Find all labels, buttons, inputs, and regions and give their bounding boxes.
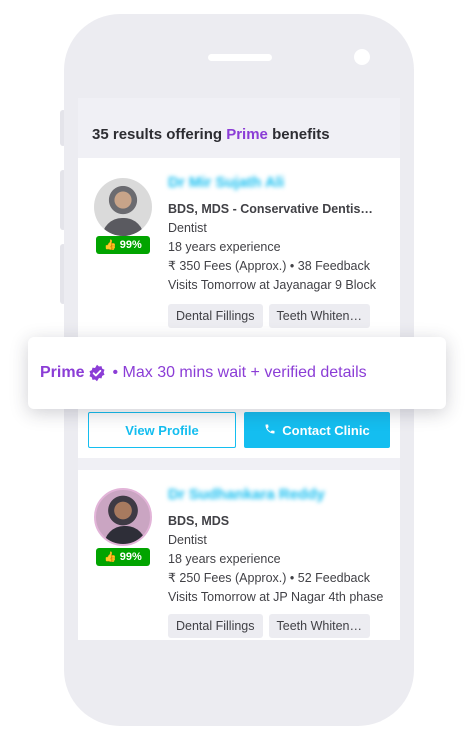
doctor-experience: 18 years experience (168, 240, 281, 254)
verified-badge-icon (88, 364, 106, 382)
contact-clinic-button[interactable]: Contact Clinic (244, 412, 390, 448)
doctor-info: BDS, MDS - Conservative Dentis… Dentist … (168, 200, 390, 295)
service-chip[interactable]: Dental Fillings (168, 304, 263, 328)
results-header: 35 results offering Prime benefits (78, 98, 400, 158)
service-chips: Dental Fillings Teeth Whiten… (168, 614, 370, 638)
rating-badge: 👍 99% (96, 236, 150, 254)
doctor-avatar[interactable] (94, 178, 152, 236)
doctor-qualifications: BDS, MDS (168, 514, 230, 528)
rating-value: 99% (119, 239, 142, 251)
doctor-name[interactable]: Dr Mir Sujath Ali (168, 174, 284, 191)
doctor-card: 👍 99% Dr Sudhankara Reddy BDS, MDS Denti… (78, 470, 400, 640)
doctor-card: 👍 99% Dr Mir Sujath Ali BDS, MDS - Conse… (78, 158, 400, 458)
service-chip[interactable]: Teeth Whiten… (268, 304, 370, 328)
phone-icon (264, 423, 276, 438)
doctor-availability: Visits Tomorrow at JP Nagar 4th phase (168, 590, 384, 604)
doctor-availability: Visits Tomorrow at Jayanagar 9 Block (168, 278, 376, 292)
rating-badge: 👍 99% (96, 548, 150, 566)
phone-speaker (208, 54, 272, 61)
doctor-info: BDS, MDS Dentist 18 years experience ₹ 2… (168, 512, 390, 607)
prime-label: Prime (40, 364, 85, 381)
doctor-avatar[interactable] (94, 488, 152, 546)
doctor-specialty: Dentist (168, 533, 207, 547)
thumbs-up-icon: 👍 (104, 551, 117, 563)
phone-camera (354, 49, 370, 65)
contact-clinic-label: Contact Clinic (282, 422, 370, 438)
results-count-text: 35 results offering Prime benefits (92, 126, 330, 143)
view-profile-button[interactable]: View Profile (88, 412, 236, 448)
service-chips: Dental Fillings Teeth Whiten… (168, 304, 370, 328)
service-chip[interactable]: Teeth Whiten… (268, 614, 370, 638)
card-actions: View Profile Contact Clinic (88, 412, 390, 448)
doctor-fees-feedback: ₹ 350 Fees (Approx.) • 38 Feedback (168, 259, 371, 273)
prime-benefit-text: • Max 30 mins wait + verified details (112, 364, 367, 381)
doctor-name[interactable]: Dr Sudhankara Reddy (168, 486, 325, 503)
prime-word: Prime (226, 126, 268, 143)
doctor-fees-feedback: ₹ 250 Fees (Approx.) • 52 Feedback (168, 571, 371, 585)
doctor-experience: 18 years experience (168, 552, 281, 566)
prime-benefits-banner: Prime • Max 30 mins wait + verified deta… (28, 337, 446, 409)
service-chip[interactable]: Dental Fillings (168, 614, 263, 638)
doctor-qualifications: BDS, MDS - Conservative Dentis… (168, 202, 373, 216)
doctor-specialty: Dentist (168, 221, 207, 235)
rating-value: 99% (119, 551, 142, 563)
thumbs-up-icon: 👍 (104, 239, 117, 251)
